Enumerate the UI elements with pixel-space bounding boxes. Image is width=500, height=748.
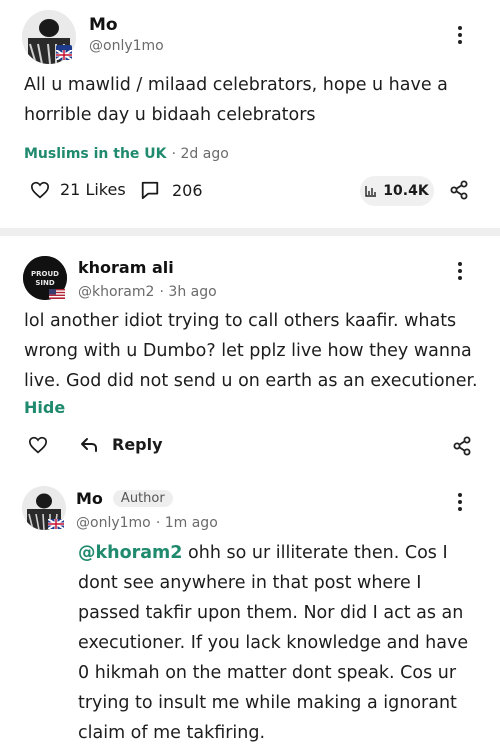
views-pill[interactable]: 10.4K xyxy=(360,176,434,206)
comment1-more-icon[interactable] xyxy=(458,262,462,283)
post-more-icon[interactable] xyxy=(458,26,462,47)
comment-icon xyxy=(141,181,159,200)
views-bar-chart-icon xyxy=(365,186,377,197)
comment2-text-block: @khoram2 ohh so ur illiterate then. Cos … xyxy=(78,538,478,748)
svg-text:PROUD: PROUD xyxy=(31,270,59,278)
author-badge: Author xyxy=(112,490,173,507)
post-meta: Muslims in the UK · 2d ago xyxy=(24,143,229,162)
post-author-name[interactable]: Mo xyxy=(89,15,118,35)
heart-icon xyxy=(28,436,48,454)
comment1-like-icon[interactable] xyxy=(28,436,48,458)
comment2-author-handle[interactable]: @only1mo xyxy=(76,515,151,531)
comment2-meta: @only1mo · 1m ago xyxy=(76,512,218,531)
community-link[interactable]: Muslims in the UK xyxy=(24,146,167,162)
reply-label: Reply xyxy=(112,435,163,454)
post-share-button[interactable] xyxy=(449,180,469,204)
comment1-text: lol another idiot trying to call others … xyxy=(24,311,478,391)
mention-link[interactable]: @khoram2 xyxy=(78,543,182,563)
uk-flag-icon xyxy=(55,45,73,61)
post-author-handle[interactable]: @only1mo xyxy=(89,38,164,54)
comment1-author-handle[interactable]: @khoram2 xyxy=(78,284,154,300)
comment-button[interactable]: 206 xyxy=(140,180,203,200)
post-time: · 2d ago xyxy=(171,146,229,162)
post-text: All u mawlid / milaad celebrators, hope … xyxy=(24,75,448,125)
views-count: 10.4K xyxy=(383,183,429,199)
like-button[interactable]: 21 Likes xyxy=(30,180,126,199)
comment2-time: · 1m ago xyxy=(155,515,218,531)
share-icon xyxy=(453,436,471,456)
comment2-header: Mo Author xyxy=(76,489,173,508)
comment1-reply-button[interactable]: Reply xyxy=(80,435,163,454)
comment1-hide-link[interactable]: Hide xyxy=(24,398,65,417)
us-flag-icon xyxy=(49,284,65,299)
comment2-text: ohh so ur illiterate then. Cos I dont se… xyxy=(78,543,469,743)
share-icon xyxy=(450,180,468,200)
comment2-more-icon[interactable] xyxy=(458,493,462,514)
comment1-time: · 3h ago xyxy=(159,284,217,300)
comment1-author-name[interactable]: khoram ali xyxy=(78,258,174,277)
reply-arrow-icon xyxy=(81,437,97,452)
heart-icon xyxy=(30,181,50,198)
section-divider xyxy=(0,228,500,236)
uk-flag-icon xyxy=(47,514,65,530)
comment1-share-button[interactable] xyxy=(452,436,472,460)
comment-count: 206 xyxy=(172,180,203,200)
comment1-meta: @khoram2 · 3h ago xyxy=(78,281,217,300)
comment2-author-name[interactable]: Mo xyxy=(76,489,103,508)
like-count: 21 Likes xyxy=(60,180,126,199)
